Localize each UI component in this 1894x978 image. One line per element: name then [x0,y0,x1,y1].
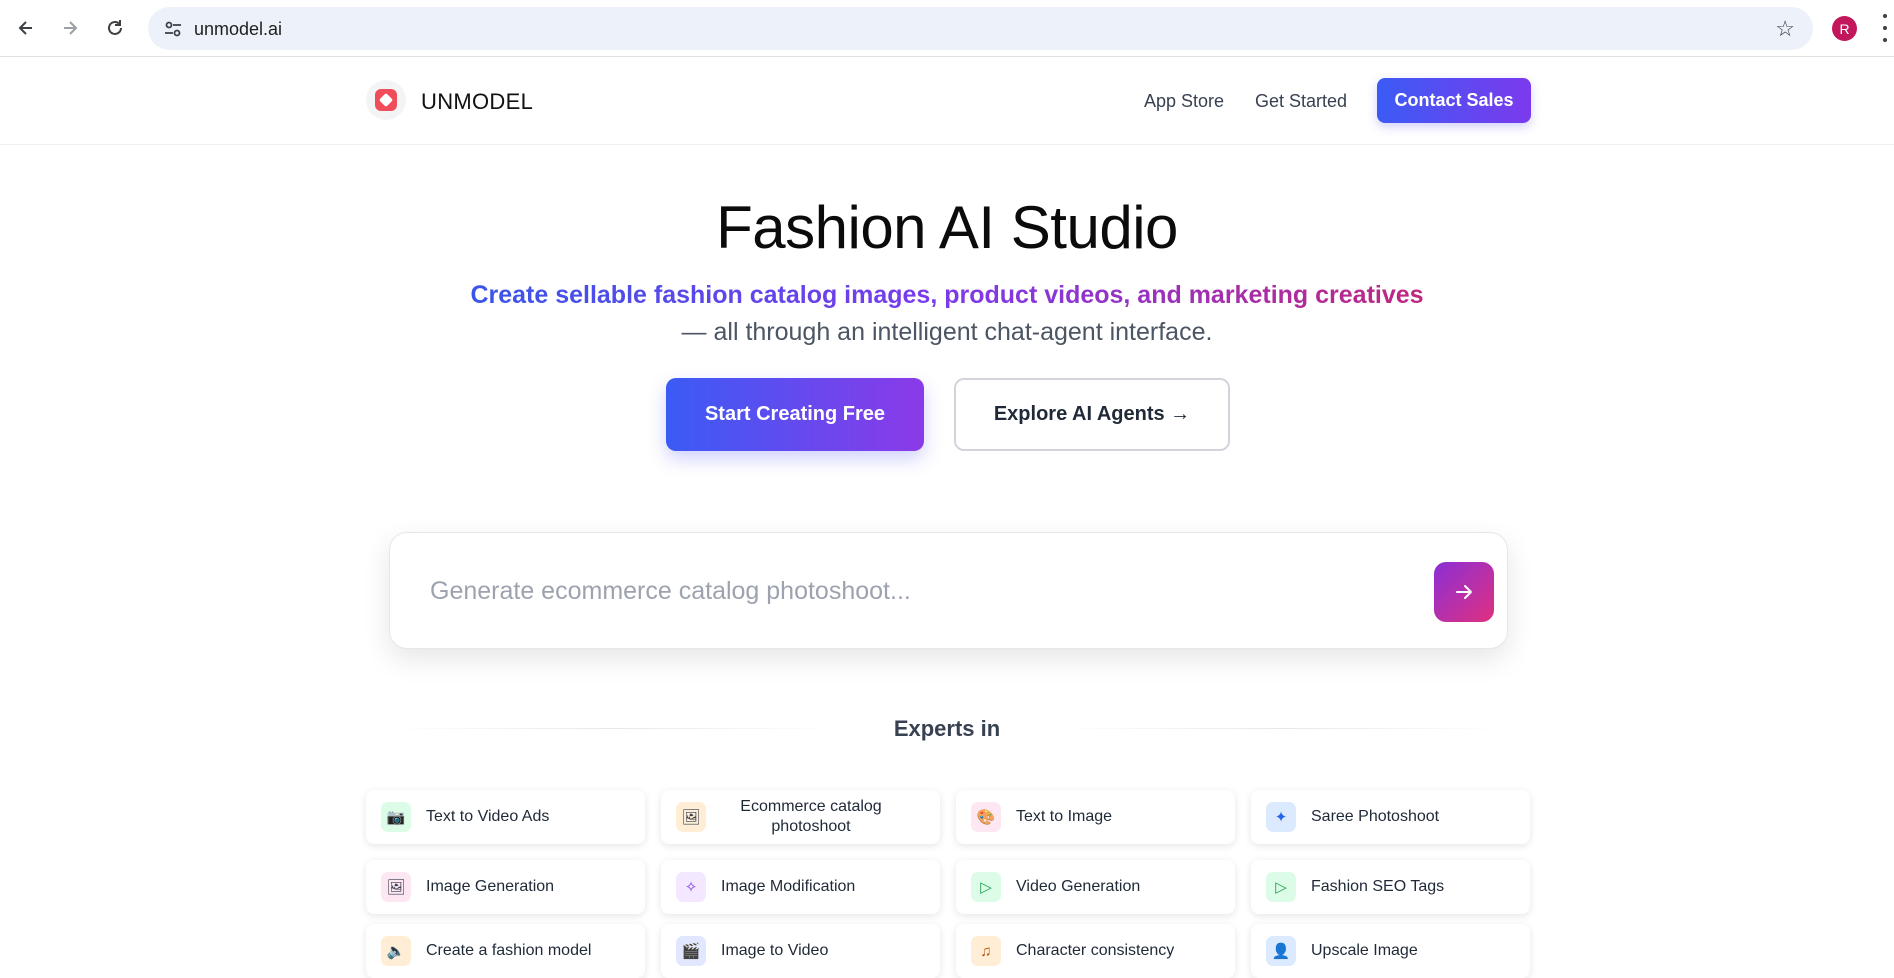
expert-card-label: Image Generation [426,878,555,895]
contact-sales-button[interactable]: Contact Sales [1377,78,1531,123]
expert-card-label: Video Generation [1016,878,1141,895]
forward-button[interactable] [54,12,86,44]
expert-card-label: Create a fashion model [426,942,592,959]
brand-name[interactable]: UNMODEL [421,89,533,115]
play-icon: ▷ [971,872,1001,902]
reload-icon [108,20,122,35]
back-button[interactable] [10,12,42,44]
camera-icon: 📷 [381,802,411,832]
expert-card[interactable]: ▷ Video Generation [956,860,1235,914]
expert-card-label: Image Modification [721,878,856,895]
expert-card-label: Text to Video Ads [426,808,550,825]
expert-card[interactable]: 🖼 Image Generation [366,860,645,914]
expert-card-label: Saree Photoshoot [1311,808,1440,825]
expert-card-label: Character consistency [1016,942,1175,959]
nav-get-started[interactable]: Get Started [1255,91,1347,112]
magic-wand-icon: ✧ [676,872,706,902]
url-text[interactable]: unmodel.ai [194,19,282,40]
expert-card-label: Ecommerce catalog photoshoot [740,798,882,835]
experts-title: Experts in [893,716,1001,741]
clapper-icon: 🎬 [676,936,706,966]
expert-card[interactable]: 🎬 Image to Video [661,924,940,978]
expert-card[interactable]: ▷ Fashion SEO Tags [1251,860,1530,914]
back-arrow-icon [18,21,32,35]
reload-button[interactable] [99,12,131,44]
expert-card-label: Upscale Image [1311,942,1418,959]
forward-arrow-icon [64,21,78,35]
logo-icon[interactable] [366,80,406,120]
hero-subtitle-rest: — all through an intelligent chat-agent … [681,318,1213,346]
arrow-right-icon [1456,585,1472,599]
start-creating-button[interactable]: Start Creating Free [666,378,924,451]
explore-agents-button[interactable]: Explore AI Agents → [954,378,1230,451]
expert-card[interactable]: 🔈 Create a fashion model [366,924,645,978]
expert-card-label: Image to Video [721,942,829,959]
prompt-box [389,532,1508,649]
expert-card-label: Text to Image [1016,808,1113,825]
expert-card[interactable]: ✧ Image Modification [661,860,940,914]
send-button[interactable] [1434,562,1494,622]
hero-subtitle-gradient: Create sellable fashion catalog images, … [470,281,1424,309]
expert-card[interactable]: 📷 Text to Video Ads [366,790,645,844]
users-icon: 👤 [1266,936,1296,966]
expert-card[interactable]: 👤 Upscale Image [1251,924,1530,978]
browser-toolbar: unmodel.ai ☆ R [0,0,1894,57]
nav-app-store[interactable]: App Store [1144,91,1224,112]
expert-card[interactable]: 🖼 Ecommerce catalog photoshoot [661,790,940,844]
expert-card-label: Fashion SEO Tags [1311,878,1445,895]
address-bar[interactable]: unmodel.ai ☆ [148,7,1813,50]
expert-card[interactable]: 🎨 Text to Image [956,790,1235,844]
image-icon: 🖼 [381,872,411,902]
hero-subtitle: Create sellable fashion catalog images, … [0,281,1894,310]
bookmark-star-icon[interactable]: ☆ [1775,16,1795,42]
expert-card[interactable]: ✦ Saree Photoshoot [1251,790,1530,844]
music-note-icon: ♫ [971,936,1001,966]
speaker-icon: 🔈 [381,936,411,966]
browser-menu-icon[interactable] [1880,14,1890,42]
palette-icon: 🎨 [971,802,1001,832]
profile-avatar[interactable]: R [1832,16,1857,41]
site-settings-icon[interactable] [162,18,184,40]
hero-title: Fashion AI Studio [716,194,1178,261]
site-header: UNMODEL App Store Get Started Contact Sa… [0,57,1894,145]
prompt-input[interactable] [430,569,1390,613]
expert-card[interactable]: ♫ Character consistency [956,924,1235,978]
play-icon: ▷ [1266,872,1296,902]
image-icon: 🖼 [676,802,706,832]
sparkle-icon: ✦ [1266,802,1296,832]
